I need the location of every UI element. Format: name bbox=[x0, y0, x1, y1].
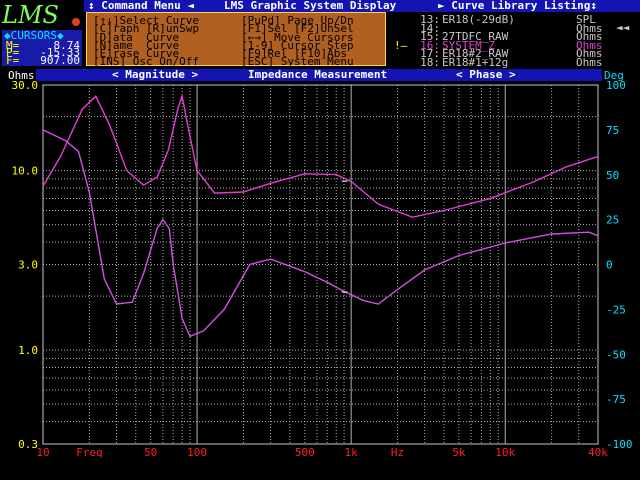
magnitude-curve bbox=[42, 93, 599, 218]
right-axis-tick-label: -100 bbox=[606, 438, 633, 451]
x-axis-tick-label: 100 bbox=[187, 446, 207, 459]
x-axis-tick-label: 50 bbox=[144, 446, 157, 459]
right-axis-tick-label: -25 bbox=[606, 303, 626, 316]
right-axis-tick-label: 50 bbox=[606, 169, 619, 182]
x-axis-tick-label: Hz bbox=[391, 446, 404, 459]
right-axis-tick-label: 100 bbox=[606, 79, 626, 92]
right-axis-tick-label: -75 bbox=[606, 393, 626, 406]
phase-curve bbox=[42, 129, 599, 338]
x-axis-tick-label: 500 bbox=[295, 446, 315, 459]
left-axis-tick-label: 0.3 bbox=[18, 438, 38, 451]
x-axis-tick-label: 10k bbox=[495, 446, 515, 459]
x-axis-tick-label: 5k bbox=[452, 446, 466, 459]
right-axis-tick-label: 75 bbox=[606, 124, 619, 137]
x-axis-tick-label: Freq bbox=[76, 446, 103, 459]
impedance-plot[interactable]: 30.0 10.0 3.0 1.0 0.3 100 75 50 25 0 -25 -50 -75 -100… bbox=[0, 0, 640, 480]
right-axis-tick-label: -50 bbox=[606, 348, 626, 361]
left-axis-tick-label: 3.0 bbox=[18, 259, 38, 272]
right-axis-tick-label: 25 bbox=[606, 214, 619, 227]
x-axis-tick-label: 10 bbox=[36, 446, 49, 459]
left-axis-tick-label: 1.0 bbox=[18, 344, 38, 357]
right-axis-tick-label: 0 bbox=[606, 259, 613, 272]
x-axis-tick-label: 1k bbox=[345, 446, 359, 459]
left-axis-tick-label: 10.0 bbox=[12, 165, 39, 178]
x-axis-tick-label: 40k bbox=[588, 446, 608, 459]
left-axis-tick-label: 30.0 bbox=[12, 79, 39, 92]
lms-screen: LMS ↕ Command Menu ◄ LMS Graphic System … bbox=[0, 0, 640, 480]
